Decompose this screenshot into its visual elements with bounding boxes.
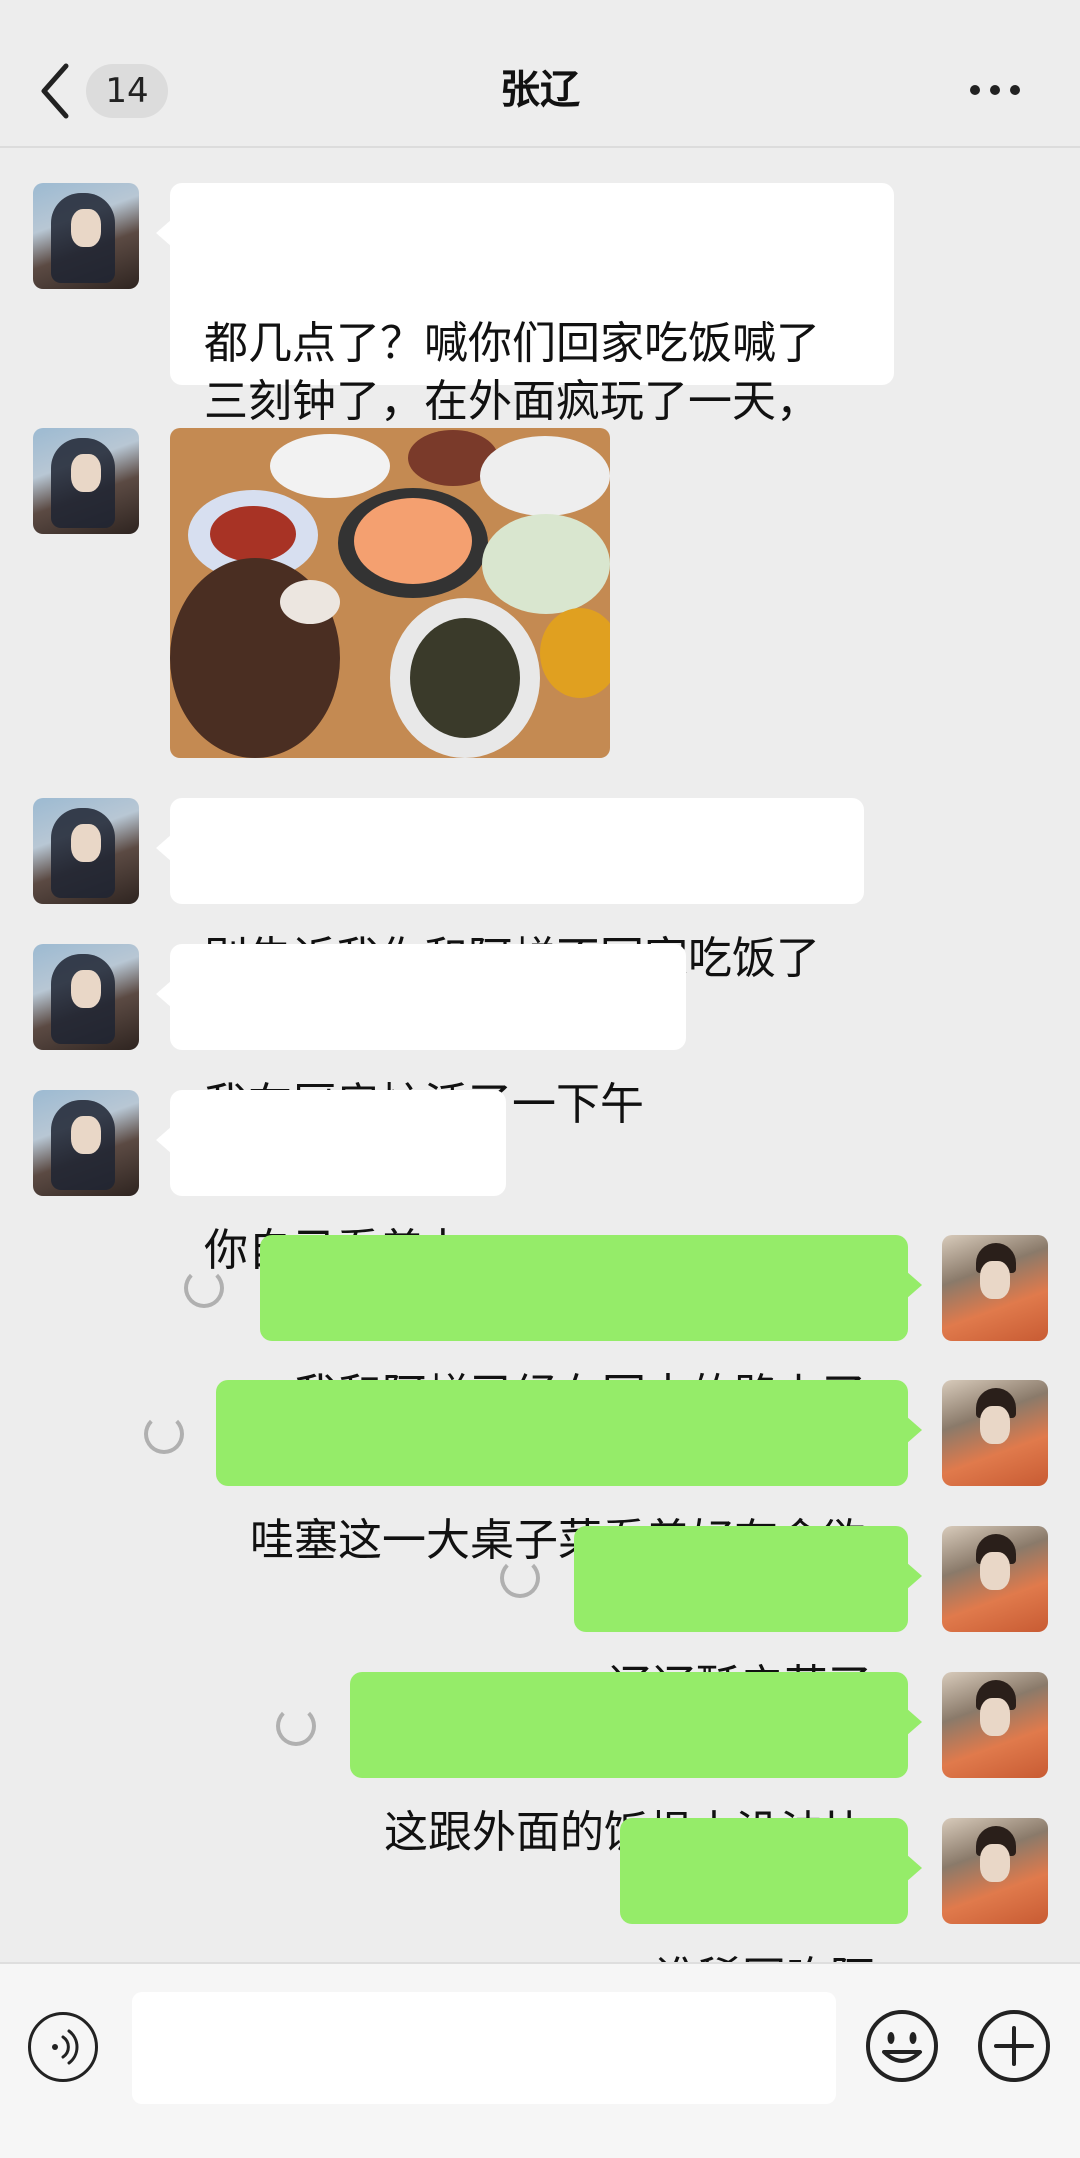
unread-count-badge: 14 (86, 64, 168, 118)
emoji-button[interactable] (864, 2008, 940, 2084)
more-dots-icon (970, 85, 980, 95)
chevron-left-icon (41, 63, 69, 119)
sending-spinner-icon (184, 1268, 224, 1308)
message-input[interactable] (132, 1992, 836, 2104)
back-button[interactable] (30, 56, 80, 126)
message-bubble[interactable]: 你自己看着办 (156, 1090, 506, 1276)
sending-spinner-icon (276, 1706, 316, 1746)
contact-avatar[interactable] (33, 944, 139, 1050)
sending-spinner-icon (500, 1558, 540, 1598)
contact-avatar[interactable] (33, 183, 139, 289)
contact-avatar[interactable] (33, 1090, 139, 1196)
contact-avatar[interactable] (33, 428, 139, 534)
message-bubble[interactable]: 哇塞这一大桌子菜看着好有食欲 (216, 1380, 922, 1566)
message-bubble[interactable]: 我在厨房忙活了一下午 (156, 944, 686, 1130)
plus-button[interactable] (976, 2008, 1052, 2084)
user-avatar[interactable] (942, 1526, 1048, 1632)
user-avatar[interactable] (942, 1672, 1048, 1778)
food-photo[interactable] (170, 428, 610, 758)
message-bubble[interactable]: 别告诉我你和阿蝉不回家吃饭了 (156, 798, 864, 984)
message-bubble[interactable]: 都几点了？喊你们回家吃饭喊了 三刻钟了，在外面疯玩了一天， 人呢？ (156, 183, 894, 485)
message-bubble[interactable]: 辽辽酥辛苦了 (574, 1526, 922, 1712)
message-bubble[interactable]: 我和阿蝉已经在回去的路上了 (260, 1235, 922, 1421)
user-avatar[interactable] (942, 1380, 1048, 1486)
voice-button[interactable] (28, 2012, 98, 2082)
chat-header: 14 张辽 (0, 0, 1080, 148)
more-button[interactable] (970, 80, 1030, 110)
message-bubble[interactable]: 谁稀罕吃阿 (620, 1818, 922, 2004)
contact-avatar[interactable] (33, 798, 139, 904)
user-avatar[interactable] (942, 1235, 1048, 1341)
chat-screen: 14 张辽 都几点了？喊你们回家吃饭喊了 三刻钟了，在外面疯玩了一天， 人呢？ … (0, 0, 1080, 2158)
sending-spinner-icon (144, 1414, 184, 1454)
user-avatar[interactable] (942, 1818, 1048, 1924)
emoji-icon (866, 2010, 938, 2082)
message-bubble[interactable]: 这跟外面的饭根本没法比 (350, 1672, 922, 1858)
input-bar (0, 1962, 1080, 2158)
voice-icon (52, 2029, 79, 2065)
chat-title: 张辽 (500, 67, 580, 113)
plus-icon (978, 2010, 1050, 2082)
